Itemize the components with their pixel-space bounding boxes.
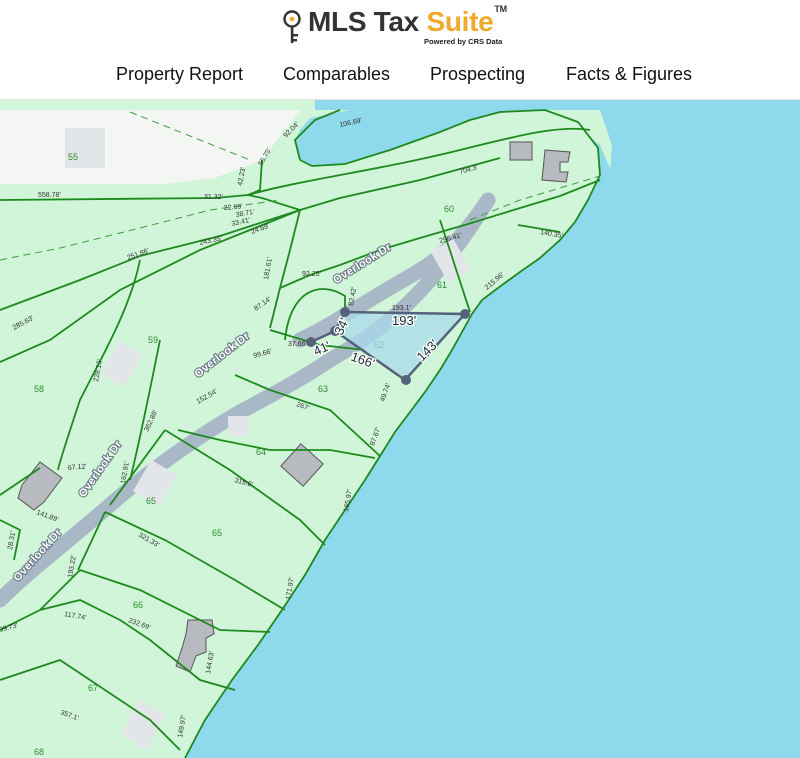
- lot-number: 58: [34, 384, 44, 394]
- dimension-label: 31.32': [204, 194, 223, 201]
- lot-number: 64: [256, 447, 266, 457]
- brand-tagline: Powered by CRS Data: [424, 37, 503, 46]
- nav-facts-figures[interactable]: Facts & Figures: [566, 64, 692, 85]
- dimension-label: 92.25': [302, 271, 321, 278]
- measurement-vertex[interactable]: [460, 309, 470, 319]
- lot-number: 60: [444, 204, 454, 214]
- key-icon: [283, 10, 301, 43]
- dimension-label: 558.78': [38, 192, 61, 199]
- brand-name-accent: Suite: [426, 6, 494, 37]
- dimension-label: 193.1': [392, 305, 411, 312]
- building-footprint: [228, 416, 248, 436]
- lot-number: 63: [318, 384, 328, 394]
- lot-number: 65: [212, 528, 222, 538]
- building-footprint: [509, 141, 533, 161]
- lot-number: 67: [88, 683, 98, 693]
- lot-number: 59: [148, 335, 158, 345]
- parcel-map[interactable]: 55 60 61 59 58 62 63 64 65 65 66 67 68 1…: [0, 100, 800, 758]
- brand-name: MLS Tax SuiteTM: [308, 4, 507, 38]
- measurement-label: 193': [392, 313, 416, 328]
- nav-prospecting[interactable]: Prospecting: [430, 64, 525, 85]
- lot-number: 68: [34, 747, 44, 757]
- measurement-vertex[interactable]: [340, 307, 350, 317]
- measurement-vertex[interactable]: [401, 375, 411, 385]
- main-nav: Property Report Comparables Prospecting …: [0, 62, 800, 90]
- lot-number: 65: [146, 496, 156, 506]
- building-footprint: [65, 128, 105, 168]
- nav-property-report[interactable]: Property Report: [116, 64, 243, 85]
- brand-logo[interactable]: MLS Tax SuiteTM Powered by CRS Data: [282, 4, 522, 46]
- trademark-mark: TM: [494, 4, 507, 14]
- lake-water-top: [315, 100, 800, 110]
- lot-number: 61: [437, 280, 447, 290]
- dimension-label: 37.66': [288, 341, 307, 348]
- app-header: MLS Tax SuiteTM Powered by CRS Data Prop…: [0, 0, 800, 100]
- brand-name-primary: MLS Tax: [308, 6, 427, 37]
- map-canvas[interactable]: 55 60 61 59 58 62 63 64 65 65 66 67 68 1…: [0, 100, 800, 758]
- nav-comparables[interactable]: Comparables: [283, 64, 390, 85]
- lot-number: 66: [133, 600, 143, 610]
- lot-number: 55: [68, 152, 78, 162]
